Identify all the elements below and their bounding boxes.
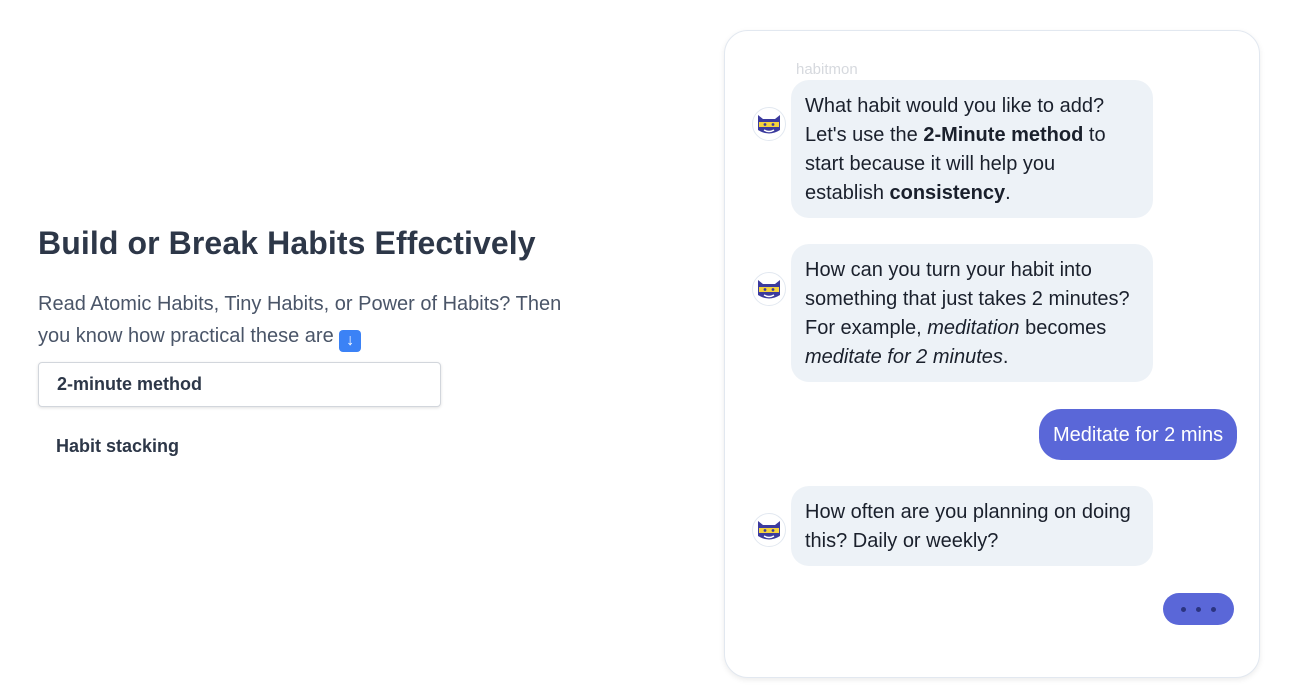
message-text: becomes	[1019, 317, 1107, 339]
tab-label: 2-minute method	[57, 374, 203, 394]
bot-message: How can you turn your habit into somethi…	[791, 244, 1153, 382]
typing-dot-icon	[1196, 606, 1201, 612]
user-message: Meditate for 2 mins	[1039, 409, 1238, 460]
message-italic-text: meditate for 2 minutes	[805, 346, 1003, 368]
bot-avatar-icon	[752, 107, 786, 141]
hero-section: Build or Break Habits Effectively Read A…	[38, 222, 598, 469]
tab-habit-stacking[interactable]: Habit stacking	[38, 424, 441, 469]
typing-dot-icon	[1181, 606, 1186, 612]
method-tabs: 2-minute method Habit stacking	[38, 362, 441, 469]
message-italic-text: meditation	[927, 317, 1020, 339]
chat-window: habitmon What habit would you like to ad…	[724, 30, 1260, 678]
typing-dot-icon	[1211, 606, 1216, 612]
bot-avatar-icon	[752, 513, 786, 547]
page-title: Build or Break Habits Effectively	[38, 225, 536, 261]
arrow-down-emoji-icon: ↓	[339, 330, 362, 352]
message-bold-text: consistency	[889, 182, 1006, 204]
message-bold-text: 2-Minute method	[923, 124, 1084, 146]
typing-indicator	[1163, 593, 1234, 625]
hero-description: Read Atomic Habits, Tiny Habits, or Powe…	[38, 288, 598, 352]
bot-name: habitmon	[796, 61, 858, 78]
bot-message: What habit would you like to add? Let's …	[791, 80, 1153, 218]
message-text: .	[1005, 182, 1011, 204]
tab-2-minute-method[interactable]: 2-minute method	[38, 362, 441, 407]
message-text: .	[1002, 346, 1009, 368]
bot-avatar-icon	[752, 272, 786, 306]
hero-description-text: Read Atomic Habits, Tiny Habits, or Powe…	[38, 293, 562, 347]
tab-label: Habit stacking	[56, 436, 180, 456]
bot-message: How often are you planning on doing this…	[791, 486, 1153, 566]
